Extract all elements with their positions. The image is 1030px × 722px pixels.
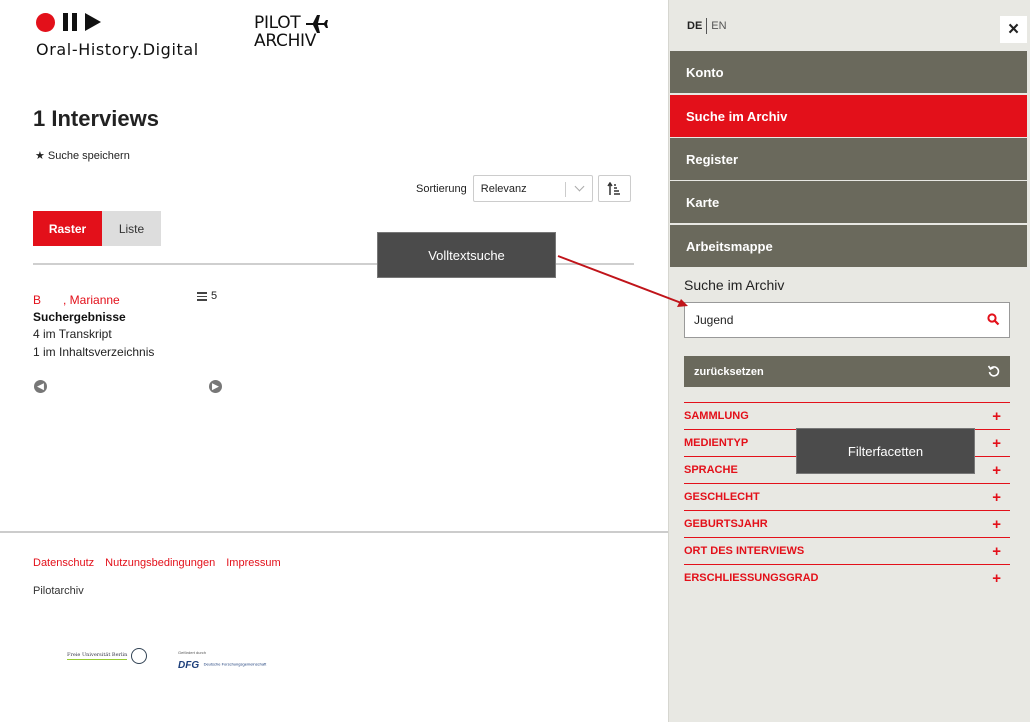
- page-title: 1 Interviews: [33, 106, 159, 131]
- nav-arbeitsmappe[interactable]: Arbeitsmappe: [670, 225, 1027, 267]
- facet-label: SAMMLUNG: [684, 410, 749, 422]
- plus-icon: +: [992, 515, 1001, 533]
- sort-ascending-icon: [607, 181, 621, 195]
- result-toc-count[interactable]: 1 im Inhaltsverzeichnis: [33, 345, 154, 359]
- plus-icon: +: [992, 488, 1001, 506]
- reset-label: zurücksetzen: [694, 365, 764, 378]
- plus-icon: +: [992, 434, 1001, 452]
- view-toggle: Raster Liste: [33, 211, 161, 246]
- facet-label: GESCHLECHT: [684, 491, 760, 503]
- facet-label: ERSCHLIESSUNGSGRAD: [684, 572, 819, 584]
- footer-link-datenschutz[interactable]: Datenschutz: [33, 557, 94, 569]
- chevron-down-icon: [574, 181, 585, 192]
- fu-berlin-text: Freie Universität Berlin: [67, 652, 128, 660]
- dfg-mark: DFG: [178, 660, 200, 671]
- search-icon[interactable]: [987, 313, 1000, 326]
- lang-separator: [706, 18, 708, 34]
- pilot-archiv-logo[interactable]: PILOT ARCHIV: [254, 14, 334, 50]
- facet-erschliessungsgrad[interactable]: ERSCHLIESSUNGSGRAD +: [684, 564, 1010, 591]
- sort-order-button[interactable]: [597, 175, 631, 202]
- facet-label: GEBURTSJAHR: [684, 518, 768, 530]
- nav-register[interactable]: Register: [670, 138, 1027, 180]
- nav-suche-im-archiv[interactable]: Suche im Archiv: [670, 95, 1027, 137]
- fu-berlin-logo[interactable]: Freie Universität Berlin: [67, 648, 148, 664]
- nav-konto[interactable]: Konto: [670, 51, 1027, 93]
- segment-count: 5: [197, 290, 217, 303]
- sort-select[interactable]: Relevanz: [472, 175, 593, 202]
- lang-en[interactable]: EN: [711, 20, 726, 32]
- footer-links: Datenschutz Nutzungsbedingungen Impressu…: [33, 557, 281, 569]
- language-switcher: DE EN: [687, 18, 727, 34]
- prev-arrow-icon[interactable]: ◀: [34, 380, 47, 393]
- plus-icon: +: [992, 407, 1001, 425]
- sort-label: Sortierung: [416, 182, 467, 195]
- facet-geburtsjahr[interactable]: GEBURTSJAHR +: [684, 510, 1010, 537]
- pilot-logo-line2: ARCHIV: [254, 31, 317, 51]
- annotation-filterfacetten: Filterfacetten: [796, 428, 975, 474]
- lang-de[interactable]: DE: [687, 20, 702, 32]
- plus-icon: +: [992, 461, 1001, 479]
- facet-geschlecht[interactable]: GESCHLECHT +: [684, 483, 1010, 510]
- dfg-full-name: Deutsche Forschungsgemeinschaft: [203, 661, 267, 667]
- facet-ort-des-interviews[interactable]: ORT DES INTERVIEWS +: [684, 537, 1010, 564]
- footer-link-nutzungsbedingungen[interactable]: Nutzungsbedingungen: [105, 557, 215, 569]
- nav-karte[interactable]: Karte: [670, 181, 1027, 223]
- close-icon[interactable]: ×: [1000, 16, 1027, 43]
- annotation-volltextsuche: Volltextsuche: [377, 232, 556, 278]
- star-icon: ★: [35, 149, 45, 162]
- sidebar: DE EN × Konto Suche im Archiv Register K…: [668, 0, 1030, 722]
- reset-button[interactable]: zurücksetzen: [684, 356, 1010, 387]
- result-transcript-count[interactable]: 4 im Transkript: [33, 327, 112, 341]
- dfg-logo[interactable]: Gefördert durch DFG Deutsche Forschungsg…: [178, 650, 266, 673]
- facet-label: ORT DES INTERVIEWS: [684, 545, 805, 557]
- list-icon: [197, 290, 207, 303]
- play-icon: [85, 13, 101, 31]
- segment-count-value: 5: [211, 290, 218, 303]
- select-separator: [564, 182, 566, 197]
- search-heading: Suche im Archiv: [684, 277, 785, 293]
- fu-seal-icon: [131, 648, 148, 664]
- footer-link-impressum[interactable]: Impressum: [226, 557, 280, 569]
- pause-icon: [63, 13, 77, 31]
- next-arrow-icon[interactable]: ▶: [209, 380, 222, 393]
- footer-divider: [0, 531, 668, 533]
- tab-liste[interactable]: Liste: [102, 211, 161, 246]
- interviewee-name: , Marianne: [63, 293, 120, 307]
- facet-label: SPRACHE: [684, 464, 738, 476]
- interviewee-initial: B: [33, 293, 42, 307]
- ohd-logo[interactable]: Oral-History.Digital: [36, 12, 199, 59]
- record-icon: [36, 12, 55, 32]
- save-search-label: Suche speichern: [47, 150, 130, 162]
- dfg-funded-by: Gefördert durch: [178, 650, 207, 655]
- facet-label: MEDIENTYP: [684, 437, 749, 449]
- fulltext-search-input[interactable]: Jugend: [684, 302, 1010, 338]
- sort-controls: Sortierung Relevanz: [416, 175, 631, 202]
- interview-name-link[interactable]: B , Marianne: [33, 293, 120, 307]
- logo-icons: [36, 12, 199, 32]
- search-results-heading: Suchergebnisse: [33, 310, 126, 324]
- footer-archive-name: Pilotarchiv: [33, 585, 84, 597]
- search-value: Jugend: [694, 313, 734, 327]
- reset-icon: [987, 365, 1000, 377]
- airplane-icon: [306, 15, 328, 33]
- sort-selected-value: Relevanz: [480, 182, 527, 195]
- facet-sammlung[interactable]: SAMMLUNG +: [684, 402, 1010, 429]
- tab-raster[interactable]: Raster: [33, 211, 102, 246]
- save-search-link[interactable]: ★ Suche speichern: [35, 150, 130, 162]
- logo-text: Oral-History.Digital: [36, 40, 199, 59]
- plus-icon: +: [992, 569, 1001, 587]
- plus-icon: +: [992, 542, 1001, 560]
